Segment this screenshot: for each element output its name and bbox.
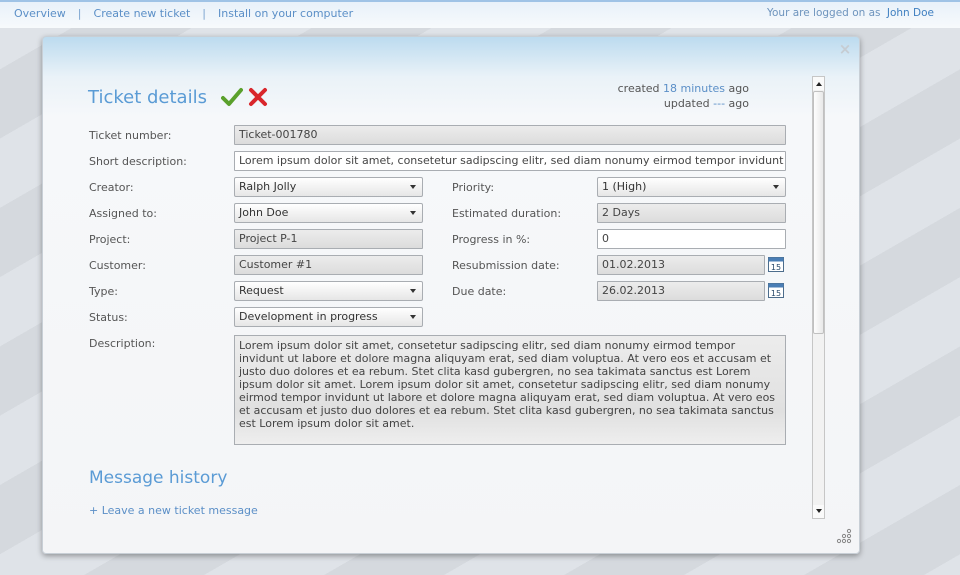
customer-label: Customer:: [89, 259, 146, 272]
priority-select[interactable]: 1 (High): [597, 177, 786, 197]
scroll-up-arrow-icon[interactable]: [813, 77, 824, 90]
progress-field[interactable]: 0: [597, 229, 786, 249]
creator-label: Creator:: [89, 181, 134, 194]
updated-label: updated: [663, 97, 710, 110]
calendar-icon[interactable]: 15: [768, 282, 784, 298]
chevron-down-icon: [410, 289, 416, 293]
short-description-label: Short description:: [89, 155, 187, 168]
status-select[interactable]: Development in progress: [234, 307, 423, 327]
status-label: Status:: [89, 311, 128, 324]
nav-separator: |: [77, 7, 82, 20]
assigned-to-select[interactable]: John Doe: [234, 203, 423, 223]
estimated-duration-label: Estimated duration:: [452, 207, 562, 220]
resubmission-date-field[interactable]: 01.02.2013: [597, 255, 765, 275]
nav-create-ticket-link[interactable]: Create new ticket: [94, 7, 191, 20]
progress-label: Progress in %:: [452, 233, 531, 246]
chevron-down-icon: [410, 185, 416, 189]
description-textarea[interactable]: Lorem ipsum dolor sit amet, consetetur s…: [234, 335, 786, 445]
chevron-down-icon: [773, 185, 779, 189]
type-select-value: Request: [239, 284, 284, 297]
creator-select-value: Ralph Jolly: [239, 180, 297, 193]
nav-separator: |: [202, 7, 206, 20]
type-label: Type:: [89, 285, 118, 298]
description-label: Description:: [89, 337, 156, 350]
updated-line: updated --- ago: [618, 96, 749, 111]
creator-select[interactable]: Ralph Jolly: [234, 177, 423, 197]
login-status: Your are logged on as John Doe: [767, 7, 934, 19]
top-nav-links: Overview | Create new ticket | Install o…: [14, 7, 353, 20]
created-line: created 18 minutes ago: [618, 81, 749, 96]
customer-field[interactable]: Customer #1: [234, 255, 423, 275]
chevron-down-icon: [410, 211, 416, 215]
dialog-header: Ticket details: [88, 86, 269, 108]
calendar-day-text: 15: [771, 289, 781, 298]
ticket-number-field[interactable]: Ticket-001780: [234, 125, 786, 145]
assigned-to-label: Assigned to:: [89, 207, 157, 220]
due-date-label: Due date:: [452, 285, 507, 298]
priority-label: Priority:: [452, 181, 495, 194]
message-history-title: Message history: [89, 468, 228, 488]
close-icon[interactable]: ×: [838, 42, 852, 57]
resubmission-date-label: Resubmission date:: [452, 259, 560, 272]
project-field[interactable]: Project P-1: [234, 229, 423, 249]
updated-value: ---: [713, 97, 726, 110]
calendar-icon[interactable]: 15: [768, 256, 784, 272]
new-message-link[interactable]: + Leave a new ticket message: [89, 504, 258, 517]
login-status-text: Your are logged on as: [766, 7, 881, 19]
chevron-down-icon: [410, 315, 416, 319]
top-navigation-bar: Overview | Create new ticket | Install o…: [0, 0, 960, 28]
updated-suffix: ago: [728, 97, 749, 110]
created-value: 18 minutes: [663, 82, 726, 95]
scrollbar-thumb[interactable]: [813, 91, 824, 334]
nav-overview-link[interactable]: Overview: [14, 7, 66, 20]
cross-icon[interactable]: [247, 86, 269, 108]
logged-user-name[interactable]: John Doe: [887, 7, 934, 19]
ticket-timestamps: created 18 minutes ago updated --- ago: [618, 81, 749, 111]
page-title: Ticket details: [88, 86, 207, 108]
ticket-number-label: Ticket number:: [89, 129, 172, 142]
created-label: created: [617, 82, 660, 95]
assigned-to-select-value: John Doe: [239, 206, 289, 219]
ticket-details-dialog: × Ticket details created 18 minutes ago …: [42, 36, 860, 554]
resize-grip-icon[interactable]: [834, 528, 852, 546]
estimated-duration-field[interactable]: 2 Days: [597, 203, 786, 223]
vertical-scrollbar[interactable]: [812, 76, 825, 519]
project-label: Project:: [89, 233, 131, 246]
status-select-value: Development in progress: [239, 310, 378, 323]
short-description-field[interactable]: Lorem ipsum dolor sit amet, consetetur s…: [234, 151, 786, 171]
nav-install-link[interactable]: Install on your computer: [218, 7, 353, 20]
created-suffix: ago: [728, 82, 749, 95]
calendar-day-text: 15: [771, 263, 781, 272]
check-icon[interactable]: [220, 86, 243, 108]
type-select[interactable]: Request: [234, 281, 423, 301]
priority-select-value: 1 (High): [602, 180, 647, 193]
due-date-field[interactable]: 26.02.2013: [597, 281, 765, 301]
scroll-down-arrow-icon[interactable]: [813, 505, 824, 518]
